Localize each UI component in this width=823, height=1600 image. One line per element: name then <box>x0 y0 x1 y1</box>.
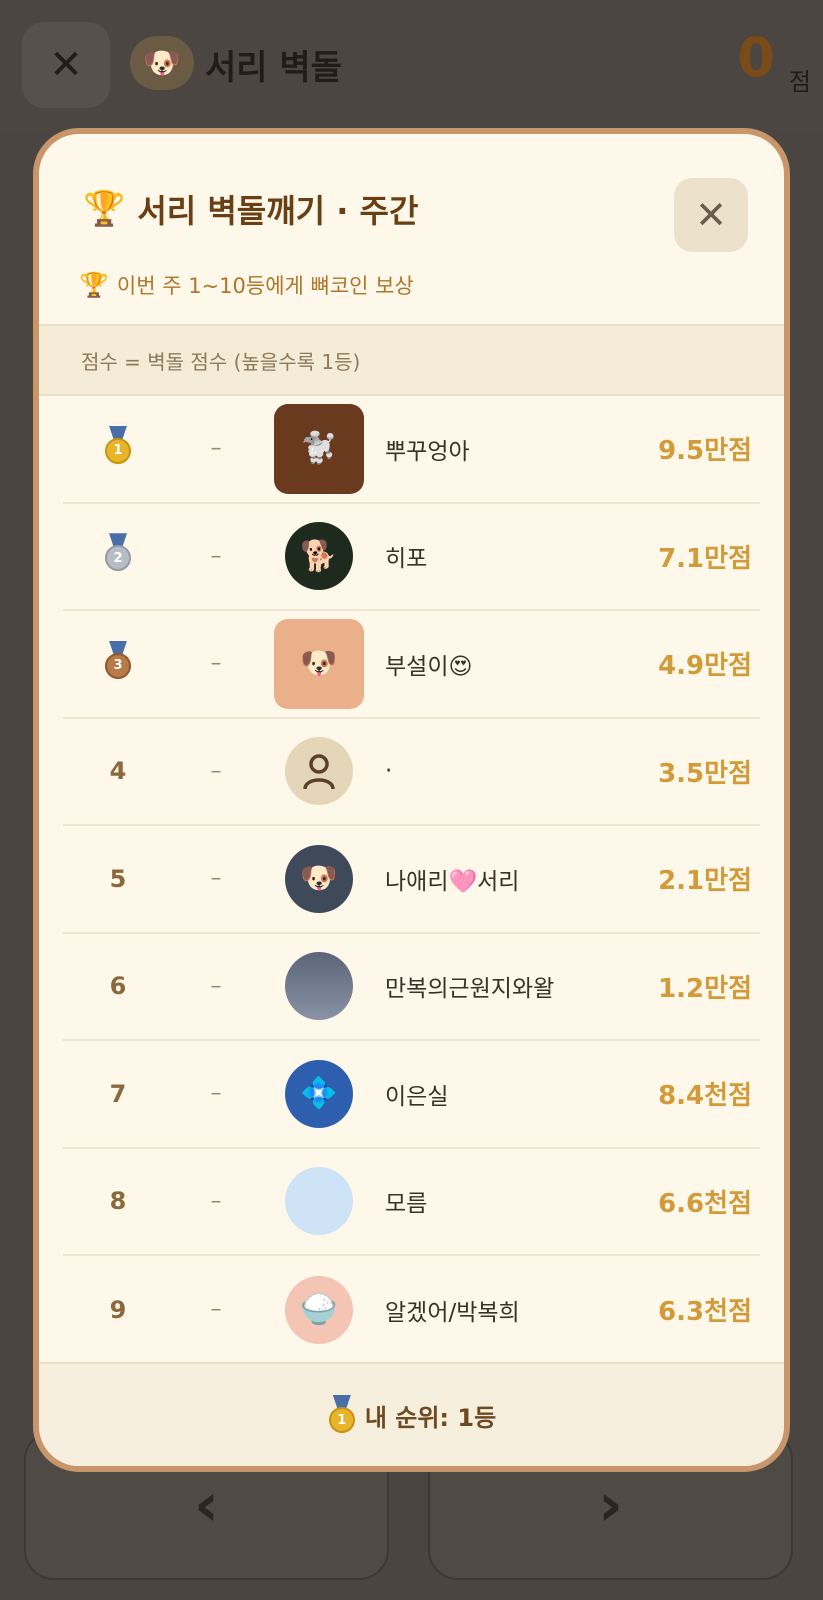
leaderboard-row[interactable]: 7 – 💠 이은실 8.4천점 <box>63 1041 760 1149</box>
rank-change: – <box>210 973 222 999</box>
player-name: 알겠어/박복희 <box>385 1299 520 1326</box>
player-score: 9.5만점 <box>658 436 752 467</box>
rice-bowl-icon: 🍚 <box>285 1275 353 1344</box>
trophy-icon: 🏆 <box>83 189 126 229</box>
rank-cell: 4 <box>109 757 127 786</box>
player-score: 4.9만점 <box>658 651 752 682</box>
player-score: 6.6천점 <box>658 1188 752 1219</box>
avatar: 🐕 <box>285 522 353 591</box>
score-info-text: 점수 = 벽돌 점수 (높을수록 1등) <box>81 349 361 374</box>
modal-close-button[interactable]: ✕ <box>674 178 748 252</box>
rank-cell: 8 <box>109 1187 127 1216</box>
leaderboard-row[interactable]: 8 – 모름 6.6천점 <box>63 1149 760 1256</box>
player-name: 뿌꾸엉아 <box>385 438 470 465</box>
my-rank-text: 내 순위: 1등 <box>364 1403 497 1432</box>
modal-title-text: 서리 벽돌깨기 · 주간 <box>137 192 419 230</box>
leaderboard-row[interactable]: 2 – 🐕 히포 7.1만점 <box>63 504 760 611</box>
chevron-left-icon: ‹ <box>194 1470 219 1540</box>
gold-medal-icon: 1 <box>327 1395 357 1435</box>
player-score: 3.5만점 <box>658 758 752 789</box>
bronze-medal-icon: 3 <box>103 640 133 681</box>
avatar <box>285 1167 353 1236</box>
leaderboard-row[interactable]: 6 – 만복의근원지와왈 1.2만점 <box>63 934 760 1041</box>
modal-title: 🏆 서리 벽돌깨기 · 주간 <box>83 186 418 232</box>
player-score: 1.2만점 <box>658 973 752 1004</box>
score-value: 0 <box>737 26 775 89</box>
rank-cell: 1 <box>63 425 173 472</box>
player-name: 부설이😍 <box>385 653 473 680</box>
leaderboard-row[interactable]: 3 – 🐶 부설이😍 4.9만점 <box>63 611 760 719</box>
rank-change: – <box>210 1081 222 1107</box>
reward-text: 이번 주 1~10등에게 뼈코인 보상 <box>116 274 414 298</box>
rank-change: – <box>210 436 222 462</box>
modal-header: 🏆 서리 벽돌깨기 · 주간 ✕ 🏆 이번 주 1~10등에게 뼈코인 보상 <box>39 134 784 324</box>
rank-change: – <box>210 758 222 784</box>
default-user-icon <box>285 737 353 806</box>
rank-cell: 6 <box>109 972 127 1001</box>
reward-info: 🏆 이번 주 1~10등에게 뼈코인 보상 <box>79 270 414 300</box>
rank-cell: 7 <box>109 1079 127 1108</box>
silver-medal-icon: 2 <box>103 533 133 573</box>
avatar: 🐩 <box>274 403 364 494</box>
rank-change: – <box>210 866 222 892</box>
player-name: 만복의근원지와왈 <box>385 976 555 1003</box>
leaderboard-row[interactable]: 4 – · 3.5만점 <box>63 719 760 826</box>
rank-cell: 9 <box>109 1295 127 1324</box>
close-icon: ✕ <box>695 193 727 237</box>
avatar: 💠 <box>285 1059 353 1128</box>
rank-cell: 3 <box>63 640 173 687</box>
game-title: 서리 벽돌 <box>205 48 342 88</box>
player-name: 히포 <box>385 546 428 573</box>
avatar: 🐶 <box>285 844 353 913</box>
my-rank-footer: 1 내 순위: 1등 <box>39 1362 784 1466</box>
rank-cell: 2 <box>63 533 173 579</box>
player-score: 8.4천점 <box>658 1081 752 1112</box>
rank-cell: 5 <box>109 864 127 893</box>
reward-trophy-icon: 🏆 <box>79 271 109 299</box>
leaderboard-row[interactable]: 9 – 🍚 알겠어/박복희 6.3천점 <box>63 1256 760 1364</box>
score-unit: 점 <box>788 68 811 96</box>
rank-change: – <box>210 651 222 677</box>
player-score: 2.1만점 <box>658 866 752 897</box>
avatar <box>285 952 353 1021</box>
chevron-right-icon: › <box>598 1470 623 1540</box>
dog-logo-icon: 🐶 <box>130 36 194 90</box>
leaderboard-list: 1 – 🐩 뿌꾸엉아 9.5만점 2 – 🐕 히포 7.1만점 3 – 🐶 부설… <box>39 396 784 1364</box>
player-name: 이은실 <box>385 1083 449 1110</box>
leaderboard-row[interactable]: 1 – 🐩 뿌꾸엉아 9.5만점 <box>63 396 760 504</box>
player-name: 모름 <box>385 1191 428 1218</box>
player-score: 6.3천점 <box>658 1297 752 1328</box>
player-name: · <box>385 758 393 785</box>
player-name: 나애리🩷서리 <box>385 868 520 895</box>
gold-medal-icon: 1 <box>103 425 133 466</box>
leaderboard-modal: 🏆 서리 벽돌깨기 · 주간 ✕ 🏆 이번 주 1~10등에게 뼈코인 보상 점… <box>33 128 790 1472</box>
rank-change: – <box>210 1297 222 1323</box>
leaderboard-row[interactable]: 5 – 🐶 나애리🩷서리 2.1만점 <box>63 826 760 934</box>
avatar: 🐶 <box>274 618 364 709</box>
player-score: 7.1만점 <box>658 543 752 574</box>
close-icon[interactable]: ✕ <box>22 22 110 108</box>
rank-change: – <box>210 1188 222 1214</box>
score-info-bar: 점수 = 벽돌 점수 (높을수록 1등) <box>39 324 784 396</box>
rank-change: – <box>210 543 222 569</box>
background-header: ✕ 🐶 서리 벽돌 0 점 <box>0 0 823 130</box>
